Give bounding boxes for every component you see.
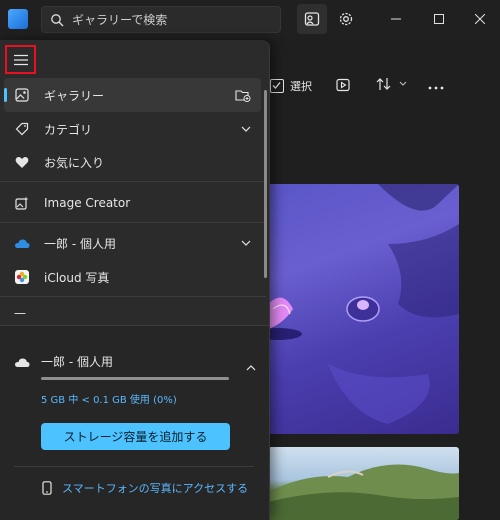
minimize-button[interactable] [376,4,416,34]
menu-toggle-button[interactable] [5,45,36,74]
gear-icon [339,12,353,26]
photos-app-icon [8,9,28,29]
select-label: 選択 [290,80,312,93]
nav-item-gallery[interactable]: ギャラリー [4,78,261,112]
tag-icon [14,121,30,137]
maximize-icon [434,14,444,24]
storage-usage-text[interactable]: 5 GB 中 < 0.1 GB 使用 (0%) [41,391,177,406]
selection-indicator [4,88,7,102]
search-icon [51,13,64,26]
onedrive-cloud-icon [14,235,30,251]
scrollbar-thumb[interactable] [264,90,267,278]
more-options-button[interactable] [428,76,444,95]
maximize-button[interactable] [419,4,459,34]
hamburger-icon [13,54,28,65]
expand-onedrive-button[interactable] [241,236,251,250]
nav-item-categories[interactable]: カテゴリ [4,112,261,146]
phone-icon [42,481,52,495]
search-placeholder: ギャラリーで検索 [72,13,168,27]
onedrive-storage-cloud-icon [14,353,30,372]
storage-account-label: 一郎 - 個人用 [41,355,113,369]
search-input[interactable]: ギャラリーで検索 [41,6,281,33]
phone-link-label: スマートフォンの写真にアクセスする [62,482,249,495]
settings-button[interactable] [331,4,361,34]
nav-item-label: Image Creator [44,196,131,210]
gallery-icon [14,87,30,103]
photo-thumbnail-lotus[interactable] [268,184,459,434]
sort-button[interactable] [376,77,408,91]
collapse-storage-button[interactable] [246,357,256,376]
more-icon [428,86,444,90]
slideshow-icon [336,78,350,92]
nav-item-label: ギャラリー [44,88,105,103]
sort-icon [376,78,391,90]
checkbox-icon [270,79,284,93]
divider [0,222,266,223]
close-button[interactable] [460,4,500,34]
add-folder-icon [235,90,251,102]
storage-usage-bar [41,377,229,380]
people-button[interactable] [297,4,327,34]
nav-item-onedrive[interactable]: 一郎 - 個人用 [4,226,261,260]
minimize-icon [391,18,401,20]
nav-item-label: お気に入り [44,155,105,170]
divider [14,466,254,467]
add-storage-button[interactable]: ストレージ容量を追加する [41,423,230,450]
slideshow-button[interactable] [336,77,350,96]
chevron-down-icon [399,81,407,86]
nav-item-icloud[interactable]: iCloud 写真 [4,260,261,294]
person-image-icon [304,12,320,26]
icloud-photos-icon [14,269,30,285]
nav-item-image-creator[interactable]: Image Creator [4,186,261,220]
expand-categories-button[interactable] [241,122,251,136]
phone-photos-link[interactable]: スマートフォンの写真にアクセスする [41,480,248,496]
nav-item-favorites[interactable]: お気に入り [4,145,261,179]
divider [0,181,266,182]
chevron-down-icon [241,240,251,246]
chevron-down-icon [241,126,251,132]
nav-item-label: — [14,306,26,320]
select-button[interactable]: 選択 [270,74,312,98]
nav-item-label: 一郎 - 個人用 [44,236,116,251]
image-creator-icon [14,195,30,211]
add-folder-button[interactable] [235,88,251,105]
close-icon [475,14,485,24]
heart-icon [14,154,30,170]
photo-thumbnail-mountain[interactable] [268,447,459,520]
nav-item-label: iCloud 写真 [44,270,110,285]
nav-item-label: カテゴリ [44,122,93,137]
chevron-up-icon [246,365,256,371]
